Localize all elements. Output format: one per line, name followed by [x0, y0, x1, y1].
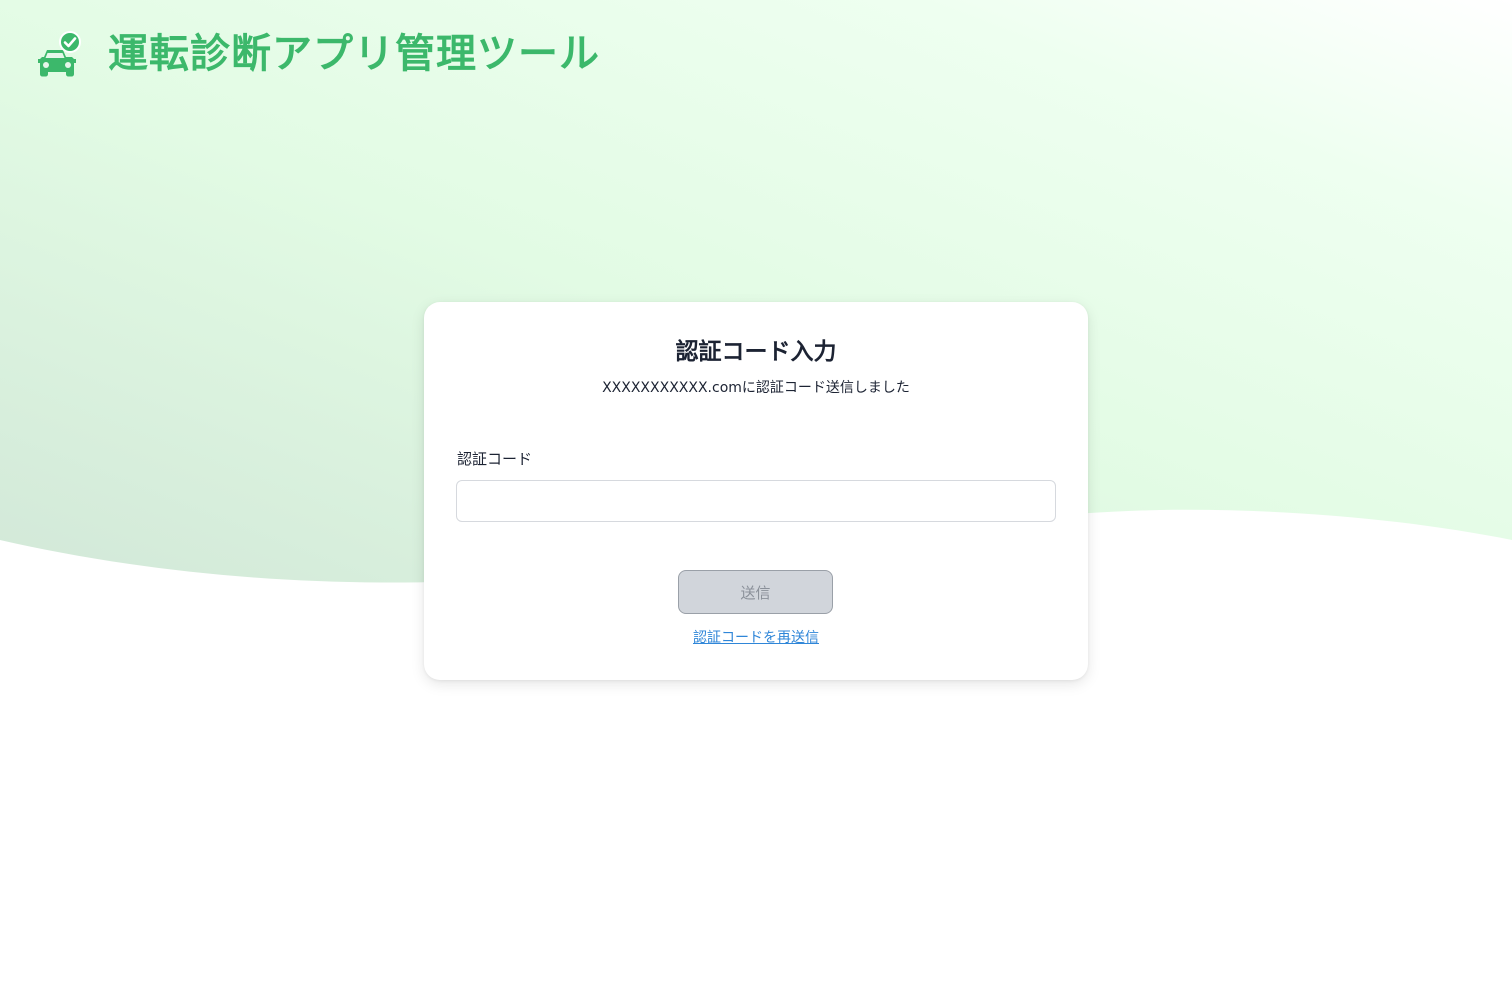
submit-button[interactable]: 送信 — [678, 570, 833, 614]
verification-card: 認証コード入力 XXXXXXXXXXX.comに認証コード送信しました 認証コー… — [424, 302, 1088, 680]
resend-link-container: 認証コードを再送信 — [424, 628, 1088, 648]
app-header: 運転診断アプリ管理ツール — [38, 26, 600, 82]
resend-code-link[interactable]: 認証コードを再送信 — [693, 630, 819, 646]
car-check-icon — [38, 31, 81, 77]
code-label: 認証コード — [457, 450, 533, 468]
card-title: 認証コード入力 — [675, 339, 837, 365]
page: 運転診断アプリ管理ツール 認証コード入力 XXXXXXXXXXX.comに認証コ… — [0, 0, 1512, 982]
card-subtitle: XXXXXXXXXXX.comに認証コード送信しました — [602, 380, 910, 396]
code-input[interactable] — [456, 480, 1056, 522]
app-title: 運転診断アプリ管理ツール — [108, 31, 600, 77]
